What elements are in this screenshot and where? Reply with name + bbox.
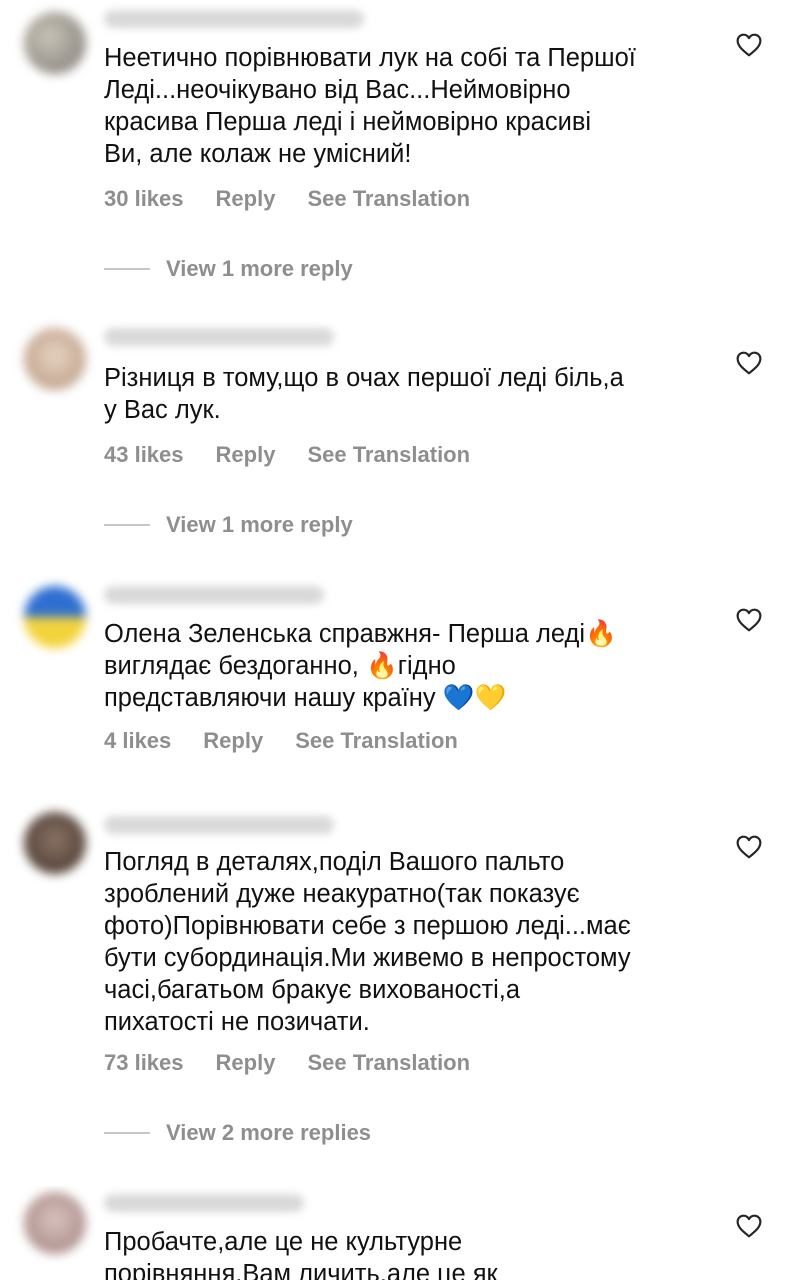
see-translation-button[interactable]: See Translation (307, 1050, 470, 1076)
comment-3: Олена Зеленська справжня- Перша леді🔥 ви… (0, 578, 807, 778)
comment-text: Олена Зеленська справжня- Перша леді🔥 ви… (104, 618, 724, 714)
view-more-replies[interactable]: View 1 more reply (104, 512, 353, 538)
comment-5: Пробачте,але це не культурне порівняння.… (0, 1186, 807, 1280)
comment-line: красива Перша леді і неймовірно красиві (104, 108, 592, 136)
username-blurred[interactable] (104, 1194, 304, 1212)
heart-outline-icon[interactable] (736, 351, 762, 375)
see-translation-button[interactable]: See Translation (307, 186, 470, 212)
comment-line: зроблений дуже неакуратно(так показує (104, 880, 580, 908)
comment-line: Олена Зеленська справжня- Перша леді🔥 (104, 618, 724, 650)
fire-emoji: 🔥 (585, 619, 617, 649)
heart-outline-icon[interactable] (736, 1214, 762, 1238)
view-more-replies-label: View 2 more replies (166, 1120, 372, 1145)
fire-emoji: 🔥 (365, 651, 398, 681)
comment-meta: 43 likes Reply See Translation (104, 442, 470, 468)
comment-line: Ви, але колаж не умісний! (104, 140, 412, 168)
comment-meta: 30 likes Reply See Translation (104, 186, 470, 212)
comment-text-segment: виглядає бездоганно, (104, 652, 366, 680)
username-blurred[interactable] (104, 586, 324, 604)
comment-text-segment: гідно (397, 652, 456, 680)
view-more-replies[interactable]: View 2 more replies (104, 1120, 371, 1146)
comment-text: Різниця в тому,що в очах першої леді біл… (104, 362, 724, 426)
reply-button[interactable]: Reply (203, 728, 263, 754)
heart-outline-icon[interactable] (736, 33, 762, 57)
comment-meta: 73 likes Reply See Translation (104, 1050, 470, 1076)
heart-outline-icon[interactable] (736, 835, 762, 859)
comment-line: порівняння.Вам личить,але це як (104, 1260, 498, 1280)
comment-line: Різниця в тому,що в очах першої леді біл… (104, 364, 624, 392)
comment-line: Неетично порівнювати лук на собі та Перш… (104, 44, 636, 72)
view-more-replies-label: View 1 more reply (166, 256, 353, 281)
comment-text-segment: Олена Зеленська справжня- Перша леді (104, 620, 586, 648)
avatar[interactable] (24, 812, 86, 874)
heart-outline-icon[interactable] (736, 608, 762, 632)
comment-text-segment: представляючи нашу країну (104, 684, 443, 712)
comment-line: пихатості не позичати. (104, 1008, 370, 1036)
view-more-replies-label: View 1 more reply (166, 512, 353, 537)
comment-line: Погляд в деталях,поділ Вашого пальто (104, 848, 565, 876)
reply-divider (104, 268, 150, 270)
comment-line: у Вас лук. (104, 396, 221, 424)
reply-divider (104, 524, 150, 526)
reply-button[interactable]: Reply (216, 442, 276, 468)
comment-4: Погляд в деталях,поділ Вашого пальто зро… (0, 808, 807, 1168)
yellow-heart-emoji: 💛 (474, 683, 507, 713)
see-translation-button[interactable]: See Translation (295, 728, 458, 754)
blue-heart-emoji: 💙 (442, 683, 475, 713)
likes-count[interactable]: 4 likes (104, 728, 171, 754)
comment-text: Неетично порівнювати лук на собі та Перш… (104, 42, 724, 170)
comment-text: Пробачте,але це не культурне порівняння.… (104, 1226, 724, 1280)
comment-line: Леді...неочікувано від Вас...Неймовірно (104, 76, 571, 104)
avatar[interactable] (24, 586, 86, 648)
comment-text: Погляд в деталях,поділ Вашого пальто зро… (104, 846, 724, 1038)
likes-count[interactable]: 43 likes (104, 442, 184, 468)
comment-2: Різниця в тому,що в очах першої леді біл… (0, 318, 807, 558)
reply-divider (104, 1132, 150, 1134)
comment-line: бути субординація.Ми живемо в непростому (104, 944, 631, 972)
comment-1: Неетично порівнювати лук на собі та Перш… (0, 0, 807, 300)
username-blurred[interactable] (104, 816, 334, 834)
avatar[interactable] (24, 328, 86, 390)
comment-line: часі,багатьом бракує вихованості,а (104, 976, 521, 1004)
reply-button[interactable]: Reply (216, 1050, 276, 1076)
comment-line: виглядає бездоганно, 🔥гідно (104, 650, 724, 682)
comment-meta: 4 likes Reply See Translation (104, 728, 458, 754)
comment-line: фото)Порівнювати себе з першою леді...ма… (104, 912, 631, 940)
comment-line: Пробачте,але це не культурне (104, 1228, 463, 1256)
avatar[interactable] (24, 12, 86, 74)
avatar[interactable] (24, 1192, 86, 1254)
reply-button[interactable]: Reply (216, 186, 276, 212)
view-more-replies[interactable]: View 1 more reply (104, 256, 353, 282)
username-blurred[interactable] (104, 10, 364, 28)
likes-count[interactable]: 73 likes (104, 1050, 184, 1076)
username-blurred[interactable] (104, 328, 334, 346)
comment-line: представляючи нашу країну 💙💛 (104, 682, 724, 714)
likes-count[interactable]: 30 likes (104, 186, 184, 212)
see-translation-button[interactable]: See Translation (307, 442, 470, 468)
